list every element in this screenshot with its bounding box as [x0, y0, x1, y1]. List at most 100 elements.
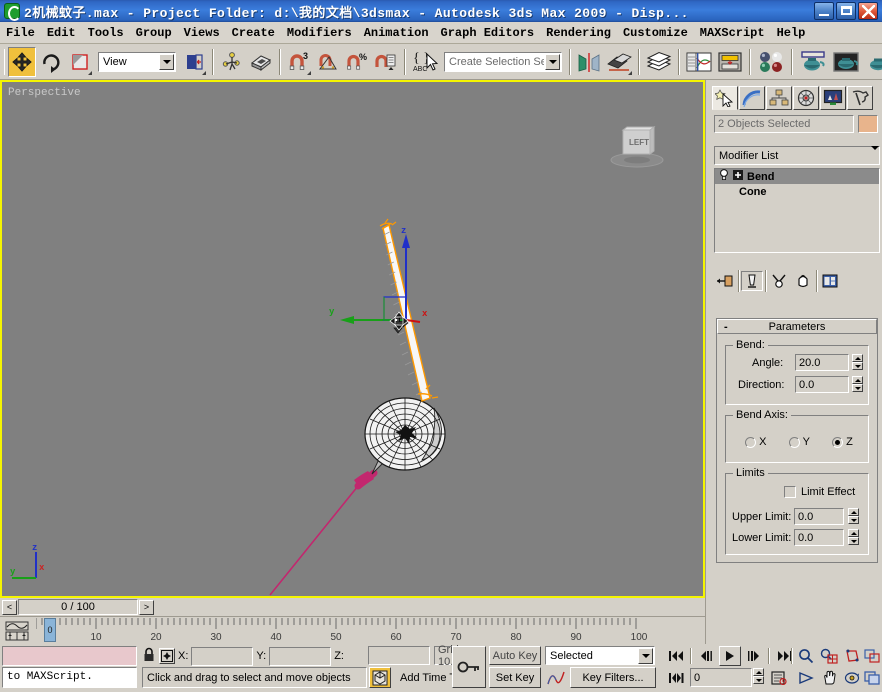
maximize-button[interactable]: [836, 2, 856, 20]
modifier-stack[interactable]: Bend Cone: [714, 168, 880, 253]
key-mode-toggle-icon[interactable]: [665, 668, 687, 687]
select-and-scale-icon[interactable]: [66, 47, 94, 77]
select-and-manipulate-icon[interactable]: [218, 47, 246, 77]
hierarchy-tab[interactable]: [766, 86, 792, 110]
stack-item-cone[interactable]: Cone: [715, 184, 879, 199]
time-slider-handle[interactable]: 0: [44, 618, 56, 642]
chevron-down-icon[interactable]: [545, 53, 560, 70]
expand-plus-icon[interactable]: [733, 170, 743, 183]
minimize-button[interactable]: [814, 2, 834, 20]
key-mode-button[interactable]: [452, 646, 486, 688]
reference-coordinate-system-combo[interactable]: View: [98, 51, 176, 72]
menu-help[interactable]: Help: [771, 24, 812, 42]
lightbulb-icon[interactable]: [719, 169, 729, 184]
zoom-region-icon[interactable]: [861, 646, 882, 666]
render-production-icon[interactable]: [863, 47, 882, 77]
previous-frame-icon[interactable]: [696, 647, 718, 665]
timeline-ruler[interactable]: 10 20 30 40 50 60 70 80 90 100: [36, 617, 705, 644]
set-key-button[interactable]: Set Key: [489, 667, 541, 688]
track-bar[interactable]: 10 20 30 40 50 60 70 80 90 100 0: [0, 616, 705, 644]
menu-modifiers[interactable]: Modifiers: [281, 24, 358, 42]
direction-field[interactable]: 0.0: [795, 376, 849, 393]
next-frame-icon[interactable]: [743, 647, 765, 665]
x-field[interactable]: [191, 646, 254, 666]
bend-axis-y-radio[interactable]: Y: [788, 436, 810, 448]
menu-edit[interactable]: Edit: [41, 24, 82, 42]
modify-tab[interactable]: [739, 86, 765, 110]
next-frame-arrow[interactable]: >: [139, 599, 154, 615]
bend-axis-x-radio[interactable]: X: [745, 436, 766, 448]
menu-group[interactable]: Group: [130, 24, 178, 42]
direction-spinner[interactable]: [852, 376, 863, 393]
menu-tools[interactable]: Tools: [82, 24, 130, 42]
zoom-extents-icon[interactable]: [841, 646, 863, 666]
zoom-icon[interactable]: [795, 646, 817, 666]
close-button[interactable]: [858, 2, 878, 20]
make-unique-icon[interactable]: [768, 271, 790, 291]
mirror-icon[interactable]: [575, 47, 603, 77]
bend-axis-z-radio[interactable]: Z: [832, 436, 853, 448]
material-editor-icon[interactable]: [755, 47, 787, 77]
menu-create[interactable]: Create: [226, 24, 281, 42]
zoom-all-icon[interactable]: [818, 646, 840, 666]
align-icon[interactable]: [604, 47, 634, 77]
use-center-flyout-icon[interactable]: [180, 47, 208, 77]
named-selection-set-combo[interactable]: Create Selection Set: [444, 51, 562, 72]
maxscript-listener-white[interactable]: to MAXScript.: [2, 667, 137, 688]
select-and-rotate-icon[interactable]: [37, 47, 65, 77]
open-mini-curve-editor-icon[interactable]: [4, 620, 30, 642]
frame-readout[interactable]: 0 / 100: [18, 599, 138, 615]
named-selection-sets-icon[interactable]: { } ABC: [410, 47, 440, 77]
maximize-viewport-toggle-icon[interactable]: [861, 668, 882, 687]
lower-limit-field[interactable]: 0.0: [794, 529, 844, 546]
angle-snap-toggle-icon[interactable]: [314, 47, 342, 77]
radio-y-icon[interactable]: [788, 436, 800, 448]
radio-z-icon[interactable]: [832, 436, 844, 448]
arc-rotate-icon[interactable]: [841, 668, 863, 687]
motion-tab[interactable]: [793, 86, 819, 110]
time-configuration-icon[interactable]: [768, 668, 790, 687]
maxscript-listener-pink[interactable]: [2, 646, 137, 666]
angle-spinner[interactable]: [852, 354, 863, 371]
stack-item-bend[interactable]: Bend: [715, 169, 879, 184]
current-frame-field[interactable]: 0: [690, 668, 752, 687]
menu-views[interactable]: Views: [178, 24, 226, 42]
play-animation-icon[interactable]: [719, 646, 741, 666]
object-color-swatch[interactable]: [858, 115, 878, 133]
set-key-mode-icon[interactable]: [369, 667, 391, 688]
modifier-list-combo[interactable]: Modifier List: [714, 146, 880, 165]
param-curve-icon[interactable]: [545, 667, 567, 688]
lock-selection-icon[interactable]: [142, 647, 156, 666]
schematic-view-icon[interactable]: [715, 47, 745, 77]
z-field[interactable]: [368, 646, 430, 665]
curve-editor-icon[interactable]: [684, 47, 714, 77]
display-tab[interactable]: [820, 86, 846, 110]
viewcube[interactable]: LEFT: [609, 124, 665, 170]
menu-rendering[interactable]: Rendering: [540, 24, 617, 42]
pin-stack-icon[interactable]: [714, 271, 736, 291]
radio-x-icon[interactable]: [745, 436, 757, 448]
goto-start-icon[interactable]: [665, 647, 687, 665]
key-filters-button[interactable]: Key Filters...: [570, 667, 656, 688]
select-and-move-icon[interactable]: [8, 46, 36, 77]
percent-snap-toggle-icon[interactable]: %: [343, 47, 371, 77]
layer-manager-icon[interactable]: [644, 47, 674, 77]
angle-field[interactable]: 20.0: [795, 354, 849, 371]
remove-modifier-icon[interactable]: [792, 271, 814, 291]
y-field[interactable]: [269, 646, 332, 666]
keyboard-shortcut-override-icon[interactable]: [247, 47, 275, 77]
chevron-down-icon[interactable]: [638, 647, 653, 664]
prev-frame-arrow[interactable]: <: [2, 599, 17, 615]
show-end-result-icon[interactable]: [741, 271, 763, 291]
limit-effect-checkbox[interactable]: [784, 486, 796, 498]
render-setup-icon[interactable]: [797, 47, 829, 77]
lower-limit-spinner[interactable]: [848, 529, 859, 546]
field-of-view-icon[interactable]: [795, 668, 817, 687]
utilities-tab[interactable]: [847, 86, 873, 110]
spinner-snap-toggle-icon[interactable]: [372, 47, 400, 77]
menu-graph-editors[interactable]: Graph Editors: [435, 24, 541, 42]
toolbar-grip[interactable]: [4, 48, 5, 75]
rollout-header[interactable]: - Parameters: [717, 319, 877, 334]
menu-customize[interactable]: Customize: [617, 24, 694, 42]
limit-effect-row[interactable]: Limit Effect: [784, 486, 855, 498]
